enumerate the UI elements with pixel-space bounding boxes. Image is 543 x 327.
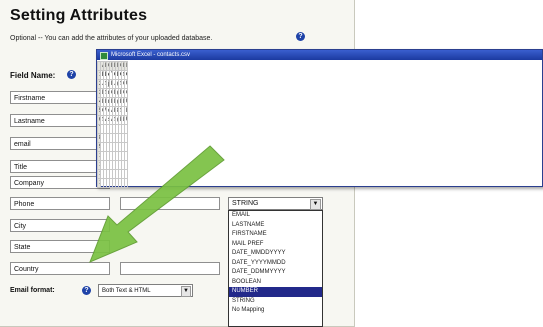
green-arrow-icon <box>89 145 225 263</box>
arrow-graphic <box>89 145 225 263</box>
